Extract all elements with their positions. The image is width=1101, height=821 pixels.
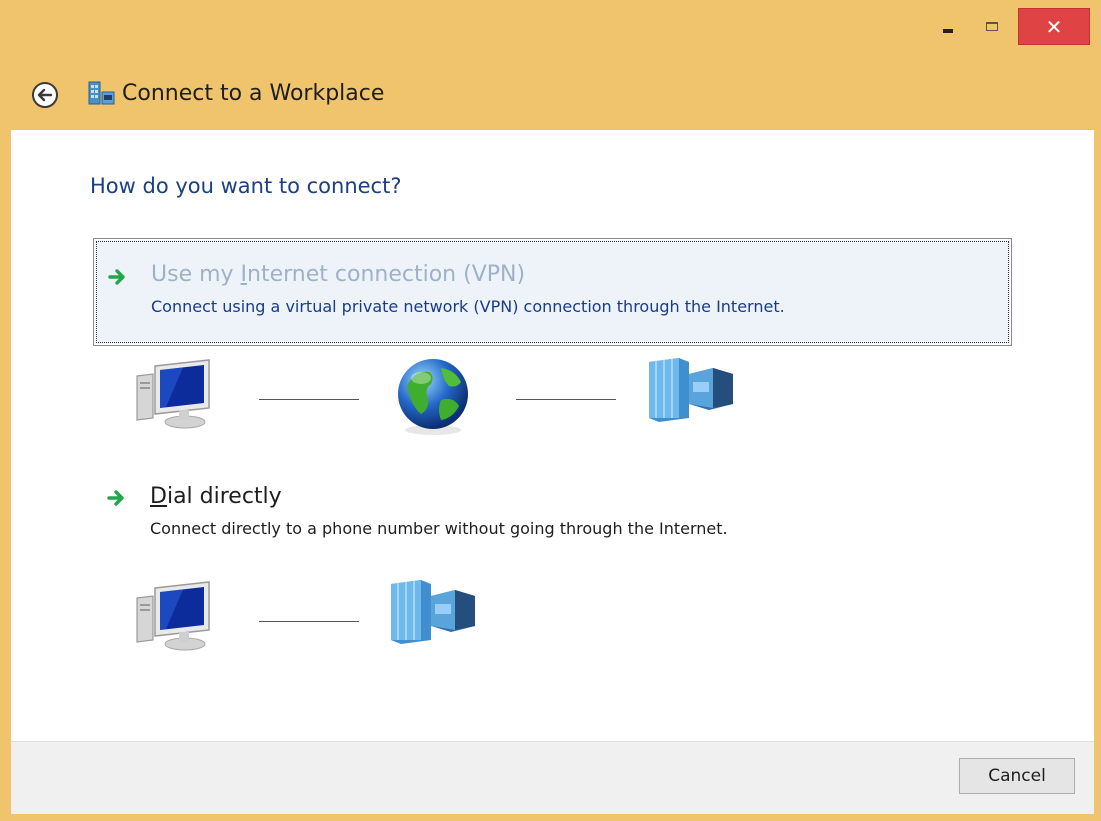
option-vpn-title: Use my Internet connection (VPN) bbox=[151, 261, 525, 289]
content-area: How do you want to connect? Use my Inter… bbox=[11, 130, 1094, 741]
close-icon: ✕ bbox=[1045, 14, 1063, 39]
back-arrow-icon bbox=[32, 82, 58, 108]
button-bar: Cancel bbox=[11, 741, 1094, 814]
connection-line bbox=[259, 621, 359, 622]
option-dial-title: Dial directly bbox=[150, 483, 282, 511]
window-title: Connect to a Workplace bbox=[122, 81, 385, 106]
option-vpn-title-suffix: nternet connection (VPN) bbox=[247, 262, 526, 287]
connection-line bbox=[516, 399, 616, 400]
computer-icon bbox=[133, 580, 215, 656]
office-building-icon bbox=[389, 580, 479, 648]
globe-icon bbox=[391, 356, 475, 440]
cancel-button[interactable]: Cancel bbox=[959, 758, 1075, 794]
computer-icon bbox=[133, 358, 215, 434]
minimize-button[interactable] bbox=[928, 8, 968, 44]
back-button[interactable] bbox=[30, 80, 60, 110]
minimize-icon bbox=[943, 29, 953, 33]
option-dial-title-accel: D bbox=[150, 484, 167, 509]
title-bar: ✕ Connect to a Workplace bbox=[0, 0, 1101, 130]
option-dial-description: Connect directly to a phone number witho… bbox=[150, 519, 728, 538]
office-building-icon bbox=[647, 358, 737, 426]
option-vpn-title-prefix: Use my bbox=[151, 262, 241, 287]
connection-line bbox=[259, 399, 359, 400]
green-arrow-icon bbox=[107, 490, 124, 506]
option-vpn[interactable]: Use my Internet connection (VPN) Connect… bbox=[93, 238, 1012, 346]
page-heading: How do you want to connect? bbox=[90, 174, 402, 198]
option-dial-title-suffix: ial directly bbox=[166, 484, 282, 509]
green-arrow-icon bbox=[108, 269, 125, 285]
close-button[interactable]: ✕ bbox=[1018, 8, 1090, 45]
dialog-window: ✕ Connect to a Workplace How do you want… bbox=[0, 0, 1101, 821]
workplace-network-icon bbox=[88, 78, 116, 108]
option-vpn-description: Connect using a virtual private network … bbox=[151, 297, 785, 316]
maximize-button[interactable] bbox=[972, 8, 1012, 44]
option-dial-directly[interactable]: Dial directly Connect directly to a phon… bbox=[93, 480, 1012, 550]
maximize-icon bbox=[986, 21, 998, 31]
